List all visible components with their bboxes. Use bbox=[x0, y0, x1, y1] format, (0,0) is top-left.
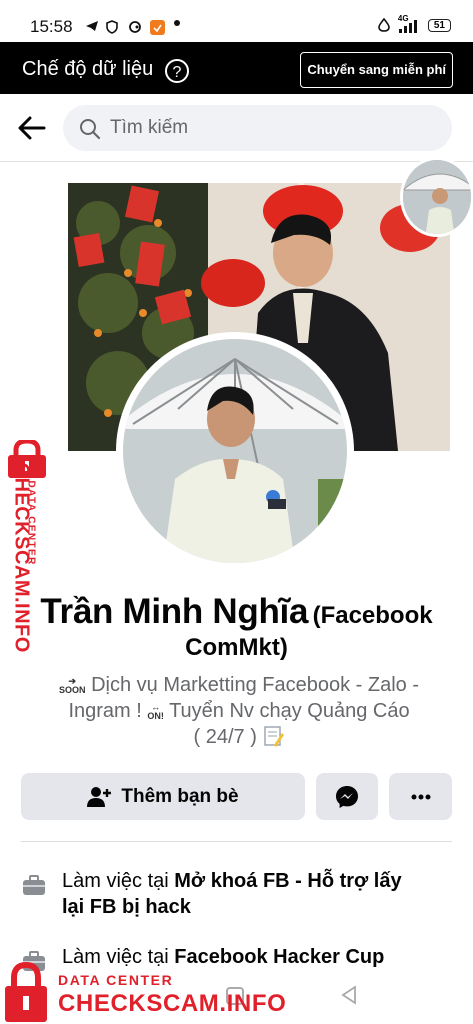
profile-alt-name: (Facebook bbox=[312, 602, 433, 629]
bio-line-1: Dịch vụ Marketting Facebook - Zalo - bbox=[91, 674, 419, 696]
messenger-icon bbox=[336, 785, 358, 808]
watermark-small-text: DATA CENTER bbox=[58, 972, 174, 988]
watermark-side: DATA CENTER CHECKSCAM.INFO bbox=[2, 440, 54, 670]
watermark-big-text: CHECKSCAM.INFO bbox=[10, 462, 33, 653]
profile-alt-name-cont: ComMkt) bbox=[185, 634, 288, 661]
search-input[interactable]: Tìm kiếm bbox=[63, 105, 452, 151]
more-options-button[interactable] bbox=[389, 773, 452, 820]
telegram-icon bbox=[86, 21, 98, 31]
messenger-button[interactable] bbox=[316, 773, 378, 820]
svg-text:?: ? bbox=[173, 64, 182, 81]
data-mode-bar: Chế độ dữ liệu ? Chuyển sang miễn phí bbox=[0, 42, 473, 94]
lock-icon bbox=[5, 962, 47, 1022]
bio-line-2a: Ingram ! bbox=[68, 700, 142, 722]
briefcase-icon bbox=[23, 875, 45, 895]
bio-line-3: ( 24/7 ) bbox=[193, 726, 257, 748]
soon-emoji-label: SOON bbox=[59, 684, 86, 695]
profile-name-block: Trần Minh Nghĩa (Facebook ComMkt) bbox=[0, 592, 473, 662]
status-bar: 15:58 4G 51 bbox=[0, 0, 473, 42]
add-friend-icon bbox=[87, 786, 112, 807]
work-place-link-cont[interactable]: lại FB bị hack bbox=[62, 896, 191, 918]
search-header: Tìm kiếm bbox=[0, 94, 473, 162]
memo-icon bbox=[264, 726, 285, 747]
app-notification-icon bbox=[150, 20, 165, 35]
profile-thumbnail[interactable] bbox=[400, 157, 473, 237]
on-arrow-icon: ↔ ON! bbox=[147, 701, 164, 721]
search-placeholder: Tìm kiếm bbox=[110, 117, 189, 138]
work-prefix: Làm việc tại bbox=[62, 870, 175, 892]
back-arrow-icon[interactable] bbox=[16, 112, 48, 144]
profile-name: Trần Minh Nghĩa bbox=[40, 592, 309, 631]
watermark-big-text: CHECKSCAM.INFO bbox=[58, 990, 287, 1017]
data-mode-title: Chế độ dữ liệu bbox=[22, 58, 154, 80]
shield-icon bbox=[106, 20, 118, 34]
help-icon[interactable]: ? bbox=[164, 58, 190, 84]
add-friend-button[interactable]: Thêm bạn bè bbox=[21, 773, 305, 820]
switch-free-mode-button[interactable]: Chuyển sang miễn phí bbox=[300, 52, 453, 88]
back-nav-icon[interactable] bbox=[340, 985, 358, 1005]
search-icon bbox=[80, 119, 101, 140]
sync-icon bbox=[129, 21, 141, 33]
soon-arrow-icon: ➔ SOON bbox=[59, 675, 86, 695]
on-emoji-label: ON! bbox=[147, 710, 164, 721]
battery-indicator: 51 bbox=[427, 18, 451, 32]
signal-icon: 4G bbox=[398, 14, 420, 33]
work-place-link[interactable]: Mở khoá FB - Hỗ trợ lấy bbox=[174, 870, 401, 892]
bio-line-2b: Tuyển Nv chạy Quảng Cáo bbox=[169, 700, 410, 722]
dot-icon bbox=[174, 20, 180, 26]
more-icon bbox=[411, 794, 430, 799]
watermark-bottom: DATA CENTER CHECKSCAM.INFO bbox=[0, 960, 300, 1024]
add-friend-label: Thêm bạn bè bbox=[121, 785, 239, 807]
data-saver-icon bbox=[378, 18, 390, 32]
divider bbox=[21, 841, 452, 842]
status-time: 15:58 bbox=[30, 17, 73, 36]
work-info-row: Làm việc tại Mở khoá FB - Hỗ trợ lấy lại… bbox=[22, 868, 442, 928]
profile-bio: ➔ SOON Dịch vụ Marketting Facebook - Zalo… bbox=[44, 672, 434, 750]
profile-avatar[interactable] bbox=[116, 332, 354, 570]
